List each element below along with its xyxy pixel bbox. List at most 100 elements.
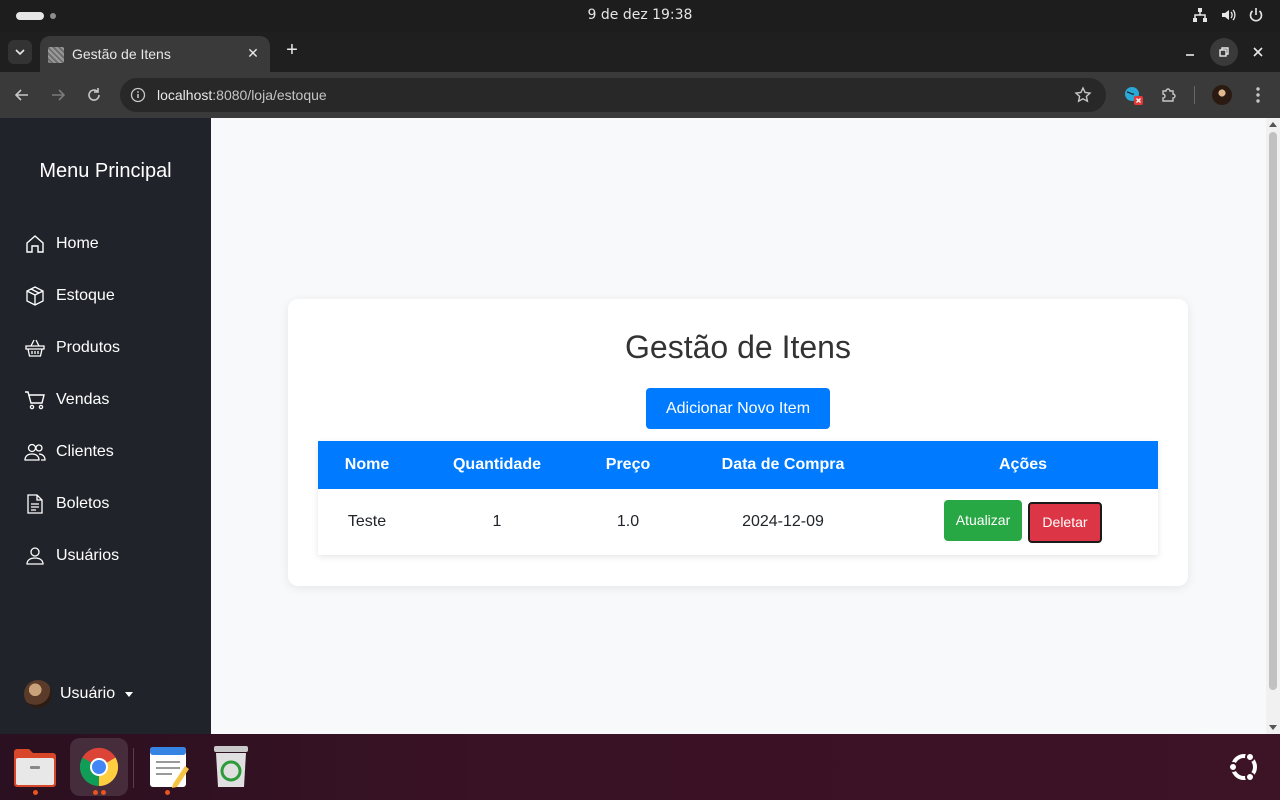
sidebar-item-label: Vendas xyxy=(56,391,110,408)
system-clock[interactable]: 9 de dez 19:38 xyxy=(0,7,1280,23)
sidebar-item-clientes[interactable]: Clientes xyxy=(24,438,114,466)
close-tab-icon[interactable]: ✕ xyxy=(244,45,262,62)
extensions-button[interactable] xyxy=(1157,83,1181,107)
chevron-down-icon xyxy=(15,49,25,56)
forward-button[interactable] xyxy=(46,83,70,107)
dock xyxy=(0,734,1280,800)
sidebar-item-label: Estoque xyxy=(56,287,115,304)
url-path: :8080/loja/estoque xyxy=(212,87,327,103)
header-nome: Nome xyxy=(318,441,416,489)
reload-icon xyxy=(88,88,100,101)
box-icon xyxy=(26,286,44,306)
minimize-button[interactable] xyxy=(1176,38,1204,66)
user-label: Usuário xyxy=(60,685,116,702)
page-scrollbar[interactable] xyxy=(1266,118,1280,734)
dock-files[interactable] xyxy=(6,738,64,796)
url-host: localhost xyxy=(157,87,213,103)
header-preco: Preço xyxy=(578,441,678,489)
document-icon xyxy=(27,494,43,514)
back-button[interactable] xyxy=(10,83,34,107)
running-indicator xyxy=(165,790,170,795)
chrome-icon xyxy=(79,747,119,787)
table-header-row: Nome Quantidade Preço Data de Compra Açõ… xyxy=(318,441,1158,489)
cart-icon xyxy=(25,391,45,410)
sidebar-item-estoque[interactable]: Estoque xyxy=(24,282,115,310)
cell-acoes: Atualizar Deletar xyxy=(888,489,1158,555)
minimize-icon xyxy=(1186,54,1194,56)
table-row: Teste 1 1.0 2024-12-09 Atualizar Deletar xyxy=(318,489,1158,555)
files-icon xyxy=(14,749,56,787)
extension-button[interactable] xyxy=(1121,83,1145,107)
tab-title: Gestão de Itens xyxy=(72,46,171,62)
url-text[interactable]: localhost:8080/loja/estoque xyxy=(157,87,327,103)
system-tray[interactable] xyxy=(1192,7,1264,23)
header-quantidade: Quantidade xyxy=(416,441,578,489)
restore-button[interactable] xyxy=(1210,38,1238,66)
dock-chrome[interactable] xyxy=(70,738,128,796)
address-bar[interactable]: localhost:8080/loja/estoque xyxy=(120,78,1106,112)
scrollbar-thumb[interactable] xyxy=(1269,132,1277,690)
dock-trash[interactable] xyxy=(202,738,260,796)
avatar xyxy=(24,680,52,708)
sidebar-item-label: Usuários xyxy=(56,547,120,564)
scroll-down-arrow[interactable] xyxy=(1269,725,1277,730)
sidebar-item-produtos[interactable]: Produtos xyxy=(24,334,120,362)
profile-avatar xyxy=(1212,85,1232,105)
sidebar-title: Menu Principal xyxy=(39,160,172,182)
close-window-button[interactable] xyxy=(1244,38,1272,66)
header-data-compra: Data de Compra xyxy=(678,441,888,489)
profile-button[interactable] xyxy=(1210,83,1234,107)
sidebar-item-vendas[interactable]: Vendas xyxy=(24,386,109,414)
extension-globe-icon xyxy=(1125,87,1143,105)
browser-toolbar: localhost:8080/loja/estoque xyxy=(0,72,1280,118)
trash-icon xyxy=(214,746,248,787)
items-card: Gestão de Itens Adicionar Novo Item Nome… xyxy=(288,299,1188,586)
person-icon xyxy=(26,547,44,565)
site-info-icon[interactable] xyxy=(130,87,146,103)
sidebar-item-home[interactable]: Home xyxy=(24,230,99,258)
network-icon[interactable] xyxy=(1192,7,1208,23)
reload-button[interactable] xyxy=(82,83,106,107)
restore-icon xyxy=(1219,47,1229,57)
running-indicator xyxy=(101,790,106,795)
items-table: Nome Quantidade Preço Data de Compra Açõ… xyxy=(318,441,1158,555)
toolbar-separator xyxy=(1194,86,1195,104)
update-button[interactable]: Atualizar xyxy=(944,499,1022,541)
add-item-button[interactable]: Adicionar Novo Item xyxy=(646,388,830,429)
running-indicator xyxy=(93,790,98,795)
dock-text-editor[interactable] xyxy=(139,738,197,796)
delete-button[interactable]: Deletar xyxy=(1028,501,1102,543)
close-icon xyxy=(1253,47,1263,57)
user-menu[interactable]: Usuário xyxy=(24,680,134,708)
bookmark-star-icon[interactable] xyxy=(1074,86,1092,104)
scroll-up-arrow[interactable] xyxy=(1269,122,1277,127)
more-vertical-icon xyxy=(1256,87,1260,103)
web-page: Menu Principal Home Estoque Produtos Ven… xyxy=(0,118,1280,734)
sidebar-item-label: Produtos xyxy=(56,339,121,356)
text-editor-icon xyxy=(150,747,189,788)
sidebar-item-boletos[interactable]: Boletos xyxy=(24,490,109,518)
running-indicator xyxy=(33,790,38,795)
page-title: Gestão de Itens xyxy=(625,329,851,365)
ubuntu-icon[interactable] xyxy=(1226,749,1262,785)
browser-menu-button[interactable] xyxy=(1246,83,1270,107)
cell-data-compra: 2024-12-09 xyxy=(678,489,888,555)
new-tab-button[interactable]: + xyxy=(282,39,302,62)
power-icon[interactable] xyxy=(1248,7,1264,23)
home-icon xyxy=(26,235,44,253)
system-top-bar: 9 de dez 19:38 xyxy=(0,0,1280,32)
volume-icon[interactable] xyxy=(1220,7,1236,23)
browser-tab[interactable]: Gestão de Itens ✕ xyxy=(40,36,270,72)
puzzle-icon xyxy=(1162,88,1176,102)
header-acoes: Ações xyxy=(888,441,1158,489)
basket-icon xyxy=(25,339,45,357)
sidebar-item-label: Boletos xyxy=(56,495,110,512)
browser-tab-strip: Gestão de Itens ✕ + xyxy=(0,32,1280,72)
favicon-icon xyxy=(48,47,64,63)
sidebar-item-label: Clientes xyxy=(56,443,114,460)
cell-quantidade: 1 xyxy=(416,489,578,555)
tab-search-button[interactable] xyxy=(8,40,32,64)
arrow-right-icon xyxy=(52,89,66,101)
sidebar-item-usuarios[interactable]: Usuários xyxy=(24,542,119,570)
people-icon xyxy=(24,443,46,461)
